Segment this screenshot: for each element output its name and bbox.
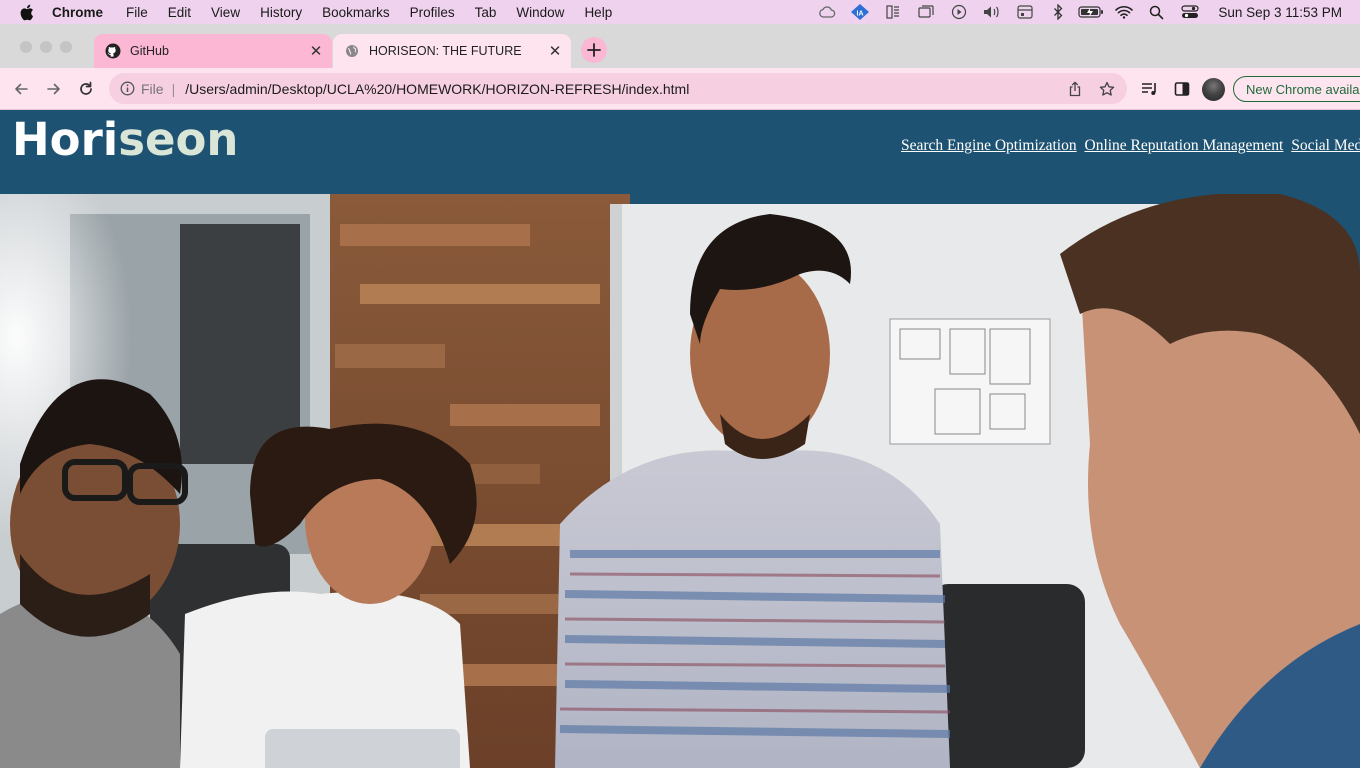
macos-menu-bar: Chrome File Edit View History Bookmarks … bbox=[0, 0, 1360, 24]
tab-github[interactable]: GitHub ✕ bbox=[94, 34, 332, 68]
logo-seon: seon bbox=[118, 113, 239, 166]
new-tab-button[interactable] bbox=[581, 37, 607, 63]
info-icon[interactable] bbox=[119, 81, 135, 97]
web-page: Horiseon Search Engine Optimization Onli… bbox=[0, 111, 1360, 768]
site-logo: Horiseon bbox=[12, 113, 238, 166]
battery-icon[interactable] bbox=[1074, 0, 1107, 24]
menu-view[interactable]: View bbox=[201, 5, 250, 20]
menu-help[interactable]: Help bbox=[574, 5, 622, 20]
tab-title: GitHub bbox=[130, 44, 169, 58]
site-header: Horiseon Search Engine Optimization Onli… bbox=[0, 111, 1360, 194]
logo-hori: Hori bbox=[12, 113, 119, 166]
display-icon[interactable] bbox=[1008, 0, 1041, 24]
tab-horiseon[interactable]: HORISEON: THE FUTURE ✕ bbox=[333, 34, 571, 68]
hero-image bbox=[0, 194, 1360, 768]
plus-icon bbox=[587, 43, 601, 57]
bluetooth-icon[interactable] bbox=[1041, 0, 1074, 24]
menubar-clock[interactable]: Sun Sep 3 11:53 PM bbox=[1218, 5, 1342, 20]
browser-toolbar: File | /Users/admin/Desktop/UCLA%20/HOME… bbox=[0, 68, 1360, 110]
globe-icon bbox=[344, 43, 360, 59]
tab-strip: GitHub ✕ HORISEON: THE FUTURE ✕ bbox=[0, 24, 1360, 68]
windows-icon[interactable] bbox=[909, 0, 942, 24]
play-icon[interactable] bbox=[942, 0, 975, 24]
creative-cloud-icon[interactable] bbox=[810, 0, 843, 24]
stack-icon[interactable] bbox=[876, 0, 909, 24]
menu-edit[interactable]: Edit bbox=[158, 5, 201, 20]
menu-file[interactable]: File bbox=[116, 5, 158, 20]
url-scheme: File bbox=[141, 80, 164, 97]
close-icon[interactable]: ✕ bbox=[308, 43, 324, 60]
menu-tab[interactable]: Tab bbox=[465, 5, 507, 20]
nav-link-social-media[interactable]: Social Media Marketing bbox=[1291, 137, 1360, 154]
back-arrow-icon bbox=[15, 83, 28, 95]
bookmark-star-icon[interactable] bbox=[1095, 77, 1119, 101]
menu-bookmarks[interactable]: Bookmarks bbox=[312, 5, 400, 20]
menu-history[interactable]: History bbox=[250, 5, 312, 20]
profile-avatar[interactable] bbox=[1202, 78, 1225, 101]
apple-menu-icon[interactable] bbox=[0, 4, 52, 21]
reading-list-icon[interactable] bbox=[1139, 78, 1161, 100]
close-window-button[interactable] bbox=[20, 41, 32, 53]
zoom-window-button[interactable] bbox=[60, 41, 72, 53]
menu-profiles[interactable]: Profiles bbox=[400, 5, 465, 20]
menu-window[interactable]: Window bbox=[506, 5, 574, 20]
url-separator: | bbox=[171, 80, 176, 97]
nav-link-seo[interactable]: Search Engine Optimization bbox=[901, 137, 1077, 154]
spotlight-search-icon[interactable] bbox=[1140, 0, 1173, 24]
forward-arrow-icon bbox=[47, 83, 60, 95]
back-button[interactable] bbox=[9, 77, 33, 101]
tab-title: HORISEON: THE FUTURE bbox=[369, 44, 522, 58]
share-icon[interactable] bbox=[1063, 77, 1087, 101]
site-nav: Search Engine Optimization Online Reputa… bbox=[901, 137, 1360, 155]
forward-button[interactable] bbox=[42, 77, 66, 101]
window-controls bbox=[20, 41, 72, 53]
update-chrome-button[interactable]: New Chrome available bbox=[1233, 76, 1360, 102]
wifi-icon[interactable] bbox=[1107, 0, 1140, 24]
vpn-icon[interactable]: IA bbox=[843, 0, 876, 24]
menu-app-name[interactable]: Chrome bbox=[52, 5, 116, 20]
url-text[interactable]: /Users/admin/Desktop/UCLA%20/HOMEWORK/HO… bbox=[185, 81, 1063, 97]
minimize-window-button[interactable] bbox=[40, 41, 52, 53]
volume-icon[interactable] bbox=[975, 0, 1008, 24]
side-panel-icon[interactable] bbox=[1171, 78, 1193, 100]
github-icon bbox=[105, 43, 121, 59]
reload-icon bbox=[80, 81, 92, 95]
nav-link-reputation[interactable]: Online Reputation Management bbox=[1085, 137, 1284, 154]
close-icon[interactable]: ✕ bbox=[547, 43, 563, 60]
address-bar[interactable]: File | /Users/admin/Desktop/UCLA%20/HOME… bbox=[109, 73, 1127, 104]
control-center-icon[interactable] bbox=[1173, 0, 1206, 24]
reload-button[interactable] bbox=[74, 77, 98, 101]
svg-text:IA: IA bbox=[856, 11, 863, 18]
